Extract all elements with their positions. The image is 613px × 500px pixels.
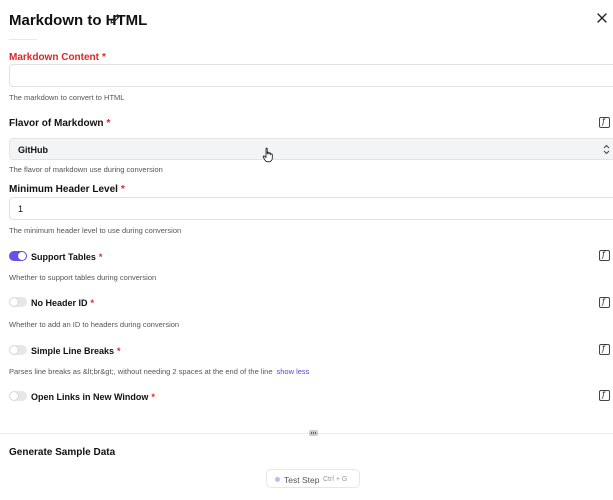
pencil-icon[interactable] — [109, 13, 121, 25]
flavor-select[interactable]: GitHub — [9, 138, 613, 160]
markdown-content-input[interactable] — [9, 64, 613, 87]
markdown-content-help: The markdown to convert to HTML — [9, 93, 125, 102]
formula-icon[interactable]: f — [599, 117, 610, 128]
panel-divider — [0, 433, 613, 434]
min-header-level-label: Minimum Header Level * — [9, 184, 125, 195]
open-links-toggle[interactable] — [9, 391, 27, 401]
open-links-label: Open Links in New Window * — [31, 392, 155, 402]
formula-icon[interactable]: f — [599, 297, 610, 308]
flavor-label: Flavor of Markdown * — [9, 118, 111, 129]
close-icon[interactable] — [596, 12, 608, 24]
support-tables-label: Support Tables * — [31, 252, 103, 262]
support-tables-toggle[interactable] — [9, 251, 27, 261]
min-header-level-help: The minimum header level to use during c… — [9, 226, 182, 235]
page-title: Markdown to HTML — [9, 12, 148, 29]
simple-line-breaks-help: Parses line breaks as &lt;br&gt;, withou… — [9, 367, 310, 376]
resize-handle-icon[interactable] — [309, 430, 318, 436]
markdown-content-label: Markdown Content * — [9, 52, 106, 63]
chevron-up-down-icon — [603, 144, 610, 155]
no-header-id-toggle[interactable] — [9, 297, 27, 307]
flavor-value: GitHub — [18, 145, 48, 155]
no-header-id-label: No Header ID * — [31, 298, 95, 308]
formula-icon[interactable]: f — [599, 250, 610, 261]
generate-sample-data-title: Generate Sample Data — [9, 447, 116, 458]
formula-icon[interactable]: f — [599, 390, 610, 401]
test-step-label: Test Step — [284, 475, 320, 485]
shortcut-hint: Ctrl + G — [323, 476, 348, 483]
formula-icon[interactable]: f — [599, 344, 610, 355]
min-header-level-input[interactable]: 1 — [9, 197, 613, 220]
simple-line-breaks-toggle[interactable] — [9, 345, 27, 355]
hand-cursor-icon — [262, 147, 273, 163]
flavor-help: The flavor of markdown use during conver… — [9, 165, 163, 174]
dialog-header: Markdown to HTML — [0, 0, 613, 40]
status-dot-icon — [275, 477, 280, 482]
no-header-id-help: Whether to add an ID to headers during c… — [9, 320, 180, 329]
show-less-link[interactable]: show less — [277, 367, 310, 376]
min-header-level-value: 1 — [18, 204, 24, 214]
header-divider — [9, 39, 37, 40]
support-tables-help: Whether to support tables during convers… — [9, 273, 157, 282]
test-step-button[interactable]: Test Step Ctrl + G — [266, 469, 360, 488]
simple-line-breaks-label: Simple Line Breaks * — [31, 346, 121, 356]
